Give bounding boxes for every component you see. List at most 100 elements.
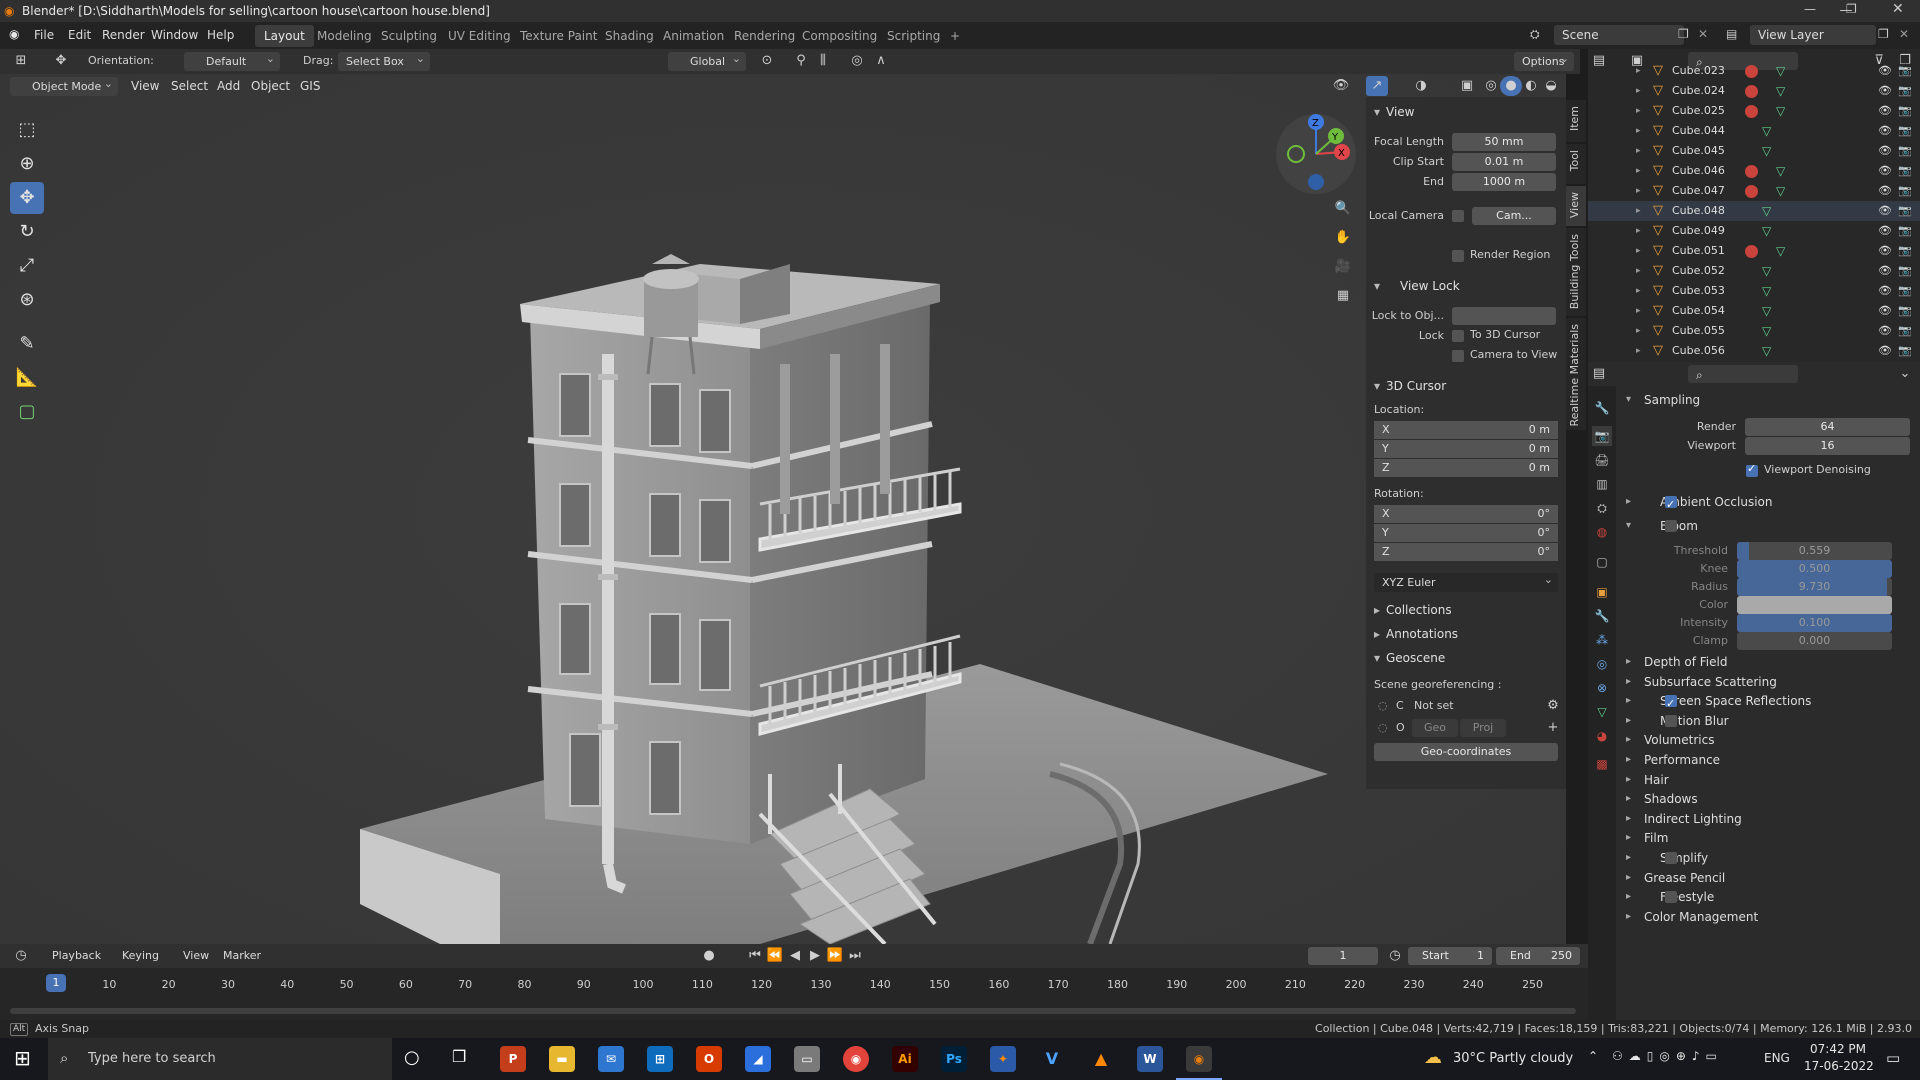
visibility-toggle-icon[interactable]: 👁 <box>1878 81 1892 101</box>
blue-app-icon[interactable]: ◢ <box>745 1046 771 1072</box>
expand-icon[interactable]: ▸ <box>1636 141 1641 161</box>
timeline-editor-icon[interactable]: ◷ <box>10 946 32 966</box>
keying-menu[interactable]: Keying <box>122 949 159 962</box>
object-name[interactable]: Cube.024 <box>1672 81 1725 101</box>
tab-shading[interactable]: Shading <box>596 25 663 47</box>
visibility-toggle-icon[interactable]: 👁 <box>1878 121 1892 141</box>
auto-key-icon[interactable]: ● <box>698 946 720 966</box>
lock-object-field[interactable] <box>1452 307 1556 325</box>
section-color-management[interactable]: ▸ Color Management <box>1616 905 1920 929</box>
object-name[interactable]: Cube.055 <box>1672 321 1725 341</box>
expand-icon[interactable]: ▸ <box>1636 161 1641 181</box>
render-toggle-icon[interactable]: 📷 <box>1898 261 1912 281</box>
visibility-toggle-icon[interactable]: 👁 <box>1878 181 1892 201</box>
new-view-layer-icon[interactable]: ❐ <box>1878 27 1889 41</box>
object-name[interactable]: Cube.052 <box>1672 261 1725 281</box>
outliner-row[interactable]: ▸ ▽ Cube.025 ▽ 👁 📷 <box>1588 101 1920 121</box>
render-toggle-icon[interactable]: 📷 <box>1898 101 1912 121</box>
options-dropdown[interactable]: Options <box>1514 49 1574 71</box>
visibility-toggle-icon[interactable]: 👁 <box>1878 301 1892 321</box>
object-name[interactable]: Cube.025 <box>1672 101 1725 121</box>
render-toggle-icon[interactable]: 📷 <box>1898 281 1912 301</box>
outliner-row[interactable]: ▸ ▽ Cube.023 ▽ 👁 📷 <box>1588 61 1920 81</box>
rendered-shading-icon[interactable]: ◒ <box>1540 76 1562 96</box>
outliner-row[interactable]: ▸ ▽ Cube.047 ▽ 👁 📷 <box>1588 181 1920 201</box>
visibility-toggle-icon[interactable]: 👁 <box>1878 201 1892 221</box>
object-name[interactable]: Cube.053 <box>1672 281 1725 301</box>
timeline-scrollbar[interactable] <box>10 1008 1576 1014</box>
menu-window[interactable]: Window <box>151 22 198 49</box>
expand-icon[interactable]: ▸ <box>1636 241 1641 261</box>
clip-end-field[interactable]: 1000 m <box>1452 173 1556 191</box>
expand-icon[interactable]: ▸ <box>1636 321 1641 341</box>
bloom-knee-field[interactable]: 0.500 <box>1737 560 1892 578</box>
delete-view-layer-icon[interactable]: ✕ <box>1899 27 1909 41</box>
current-frame-field[interactable]: 1 <box>1308 947 1378 965</box>
bloom-header[interactable]: ▾ Bloom <box>1616 514 1920 538</box>
cursor-location-y[interactable]: Y0 m <box>1374 440 1558 458</box>
render-region-checkbox[interactable] <box>1452 250 1464 262</box>
snap-icon[interactable]: ⚲ <box>790 51 812 71</box>
clock-time[interactable]: 07:42 PM <box>1810 1042 1866 1056</box>
chrome-icon[interactable]: ◉ <box>843 1046 869 1072</box>
prev-key-icon[interactable]: ⏪ <box>764 946 786 966</box>
outliner-row[interactable]: ▸ ▽ Cube.048 ▽ 👁 📷 <box>1588 201 1920 221</box>
vp-menu-object[interactable]: Object <box>251 79 290 93</box>
camera-view-icon[interactable]: 🎥 <box>1332 257 1354 277</box>
visibility-toggle-icon[interactable]: 👁 <box>1878 221 1892 241</box>
file-explorer-icon[interactable]: ▬ <box>549 1046 575 1072</box>
taskbar-search-box[interactable]: ⌕ Type here to search <box>48 1038 392 1080</box>
visibility-toggle-icon[interactable]: 👁 <box>1878 141 1892 161</box>
object-name[interactable]: Cube.048 <box>1672 201 1725 221</box>
outliner-row[interactable]: ▸ ▽ Cube.044 ▽ 👁 📷 <box>1588 121 1920 141</box>
transform-orientation-dropdown[interactable]: Global <box>668 49 746 71</box>
tab-compositing[interactable]: Compositing <box>793 25 886 47</box>
render-toggle-icon[interactable]: 📷 <box>1898 181 1912 201</box>
bloom-clamp-field[interactable]: 0.000 <box>1737 632 1892 650</box>
marker-menu[interactable]: Marker <box>223 949 261 962</box>
orange-app-icon[interactable]: ✦ <box>990 1046 1016 1072</box>
delete-scene-icon[interactable]: ✕ <box>1698 27 1708 41</box>
tab-tool[interactable]: Tool <box>1566 144 1586 184</box>
end-frame-field[interactable]: End 250 <box>1496 947 1580 965</box>
outliner-row[interactable]: ▸ ▽ Cube.056 ▽ 👁 📷 <box>1588 341 1920 361</box>
clock-date[interactable]: 17-06-2022 <box>1804 1059 1874 1073</box>
expand-icon[interactable]: ▸ <box>1636 61 1641 81</box>
visibility-toggle-icon[interactable]: 👁 <box>1878 341 1892 361</box>
settings-app-icon[interactable]: ▭ <box>794 1046 820 1072</box>
object-name[interactable]: Cube.044 <box>1672 121 1725 141</box>
scale-tool[interactable]: ⤢ <box>10 250 44 282</box>
illustrator-icon[interactable]: Ai <box>892 1046 918 1072</box>
geoscene-header[interactable]: Geoscene <box>1366 647 1566 669</box>
visibility-toggle-icon[interactable]: 👁 <box>1878 101 1892 121</box>
move-tool[interactable]: ✥ <box>10 182 44 214</box>
add-workspace-button[interactable]: + <box>941 25 969 47</box>
bloom-radius-field[interactable]: 9.730 <box>1737 578 1892 596</box>
bloom-threshold-field[interactable]: 0.559 <box>1737 542 1892 560</box>
section-checkbox[interactable] <box>1665 692 1677 716</box>
geo-coordinates-button[interactable]: Geo-coordinates <box>1374 743 1558 761</box>
render-toggle-icon[interactable]: 📷 <box>1898 201 1912 221</box>
render-toggle-icon[interactable]: 📷 <box>1898 61 1912 81</box>
tab-realtime-materials[interactable]: Realtime Materials <box>1566 318 1586 430</box>
object-name[interactable]: Cube.049 <box>1672 221 1725 241</box>
wireframe-shading-icon[interactable]: ◎ <box>1480 76 1502 96</box>
add-origin-icon[interactable]: + <box>1542 718 1564 738</box>
material-shading-icon[interactable]: ◐ <box>1520 76 1542 96</box>
weather-text[interactable]: 30°C Partly cloudy <box>1453 1051 1573 1066</box>
camera-to-view-checkbox[interactable] <box>1452 350 1464 362</box>
cursor-tool[interactable]: ⊕ <box>10 148 44 180</box>
section-checkbox[interactable] <box>1665 714 1677 727</box>
outliner-row[interactable]: ▸ ▽ Cube.045 ▽ 👁 📷 <box>1588 141 1920 161</box>
tab-scripting[interactable]: Scripting <box>878 25 949 47</box>
blender-taskbar-icon[interactable]: ◉ <box>1186 1046 1212 1072</box>
expand-icon[interactable]: ▸ <box>1636 221 1641 241</box>
cortana-icon[interactable]: ○ <box>404 1047 420 1068</box>
3d-cursor-header[interactable]: 3D Cursor <box>1366 375 1566 397</box>
vp-menu-view[interactable]: View <box>131 79 159 93</box>
object-name[interactable]: Cube.045 <box>1672 141 1725 161</box>
proj-button[interactable]: Proj <box>1460 719 1506 737</box>
word-icon[interactable]: W <box>1137 1046 1163 1072</box>
outliner-row[interactable]: ▸ ▽ Cube.051 ▽ 👁 📷 <box>1588 241 1920 261</box>
menu-edit[interactable]: Edit <box>68 22 91 49</box>
